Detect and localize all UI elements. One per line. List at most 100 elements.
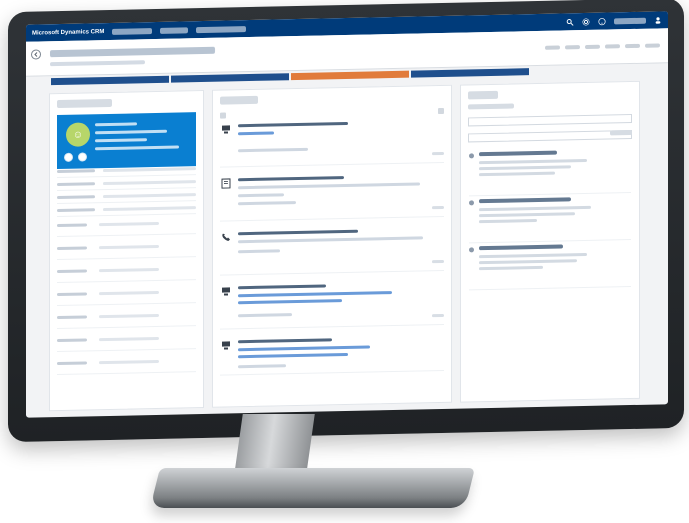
field-value	[103, 192, 196, 198]
field-label	[57, 168, 95, 173]
panel-heading	[468, 90, 498, 100]
entry-title	[238, 229, 358, 236]
command-button[interactable]	[605, 44, 620, 49]
knowledge-article[interactable]	[469, 146, 631, 197]
phone-icon[interactable]	[64, 152, 73, 162]
field-label	[57, 207, 95, 212]
article-title[interactable]	[479, 150, 557, 157]
entry-body	[238, 182, 420, 190]
field-value	[99, 336, 159, 341]
command-button[interactable]	[545, 45, 560, 50]
command-bar	[545, 43, 660, 50]
crm-screen: Microsoft Dynamics CRM ☺	[26, 11, 668, 418]
field-value	[99, 313, 159, 318]
case-field-row[interactable]	[57, 303, 196, 330]
timeline-entry[interactable]	[220, 221, 444, 276]
timeline-entry[interactable]	[220, 167, 444, 222]
case-field-row[interactable]	[57, 280, 196, 307]
case-field-row[interactable]	[57, 326, 196, 353]
knowledge-sort[interactable]	[610, 130, 632, 136]
knowledge-article[interactable]	[469, 240, 631, 291]
case-field-row[interactable]	[57, 257, 196, 284]
case-field-row[interactable]	[57, 211, 196, 238]
article-snippet	[479, 265, 543, 271]
app-title: Microsoft Dynamics CRM	[32, 28, 105, 37]
article-icon	[469, 200, 474, 206]
process-stage-active[interactable]	[291, 70, 409, 81]
entry-link[interactable]	[238, 291, 392, 298]
timeline-entry[interactable]	[220, 329, 444, 376]
card-line	[95, 145, 179, 151]
top-spacer	[254, 22, 558, 28]
monitor-frame: Microsoft Dynamics CRM ☺	[8, 0, 684, 443]
knowledge-panel	[460, 80, 640, 403]
command-button[interactable]	[565, 45, 580, 50]
entry-title	[238, 176, 344, 182]
nav-chip[interactable]	[196, 25, 247, 33]
timeline-entry[interactable]	[220, 275, 444, 330]
entry-timestamp	[432, 313, 444, 318]
gear-icon[interactable]	[582, 17, 590, 25]
user-icon[interactable]	[654, 16, 662, 24]
article-snippet	[479, 218, 537, 224]
article-snippet	[479, 252, 587, 259]
field-label	[57, 222, 87, 227]
device-icon	[220, 339, 232, 351]
process-stage[interactable]	[411, 68, 529, 78]
article-title[interactable]	[479, 244, 563, 251]
card-line	[95, 122, 137, 127]
command-button[interactable]	[585, 44, 600, 49]
entry-title	[238, 338, 332, 344]
entry-title	[238, 284, 326, 290]
knowledge-results	[469, 146, 631, 291]
field-label	[57, 314, 87, 319]
field-value	[99, 244, 159, 249]
case-field-row[interactable]	[57, 234, 196, 261]
entry-timestamp	[432, 259, 444, 264]
back-arrow-icon[interactable]	[31, 49, 41, 60]
customer-fields	[57, 162, 196, 218]
knowledge-filter[interactable]	[468, 103, 514, 110]
card-line	[95, 138, 147, 143]
field-value	[103, 179, 196, 185]
monitor-mockup: Microsoft Dynamics CRM ☺	[0, 0, 689, 523]
entry-link[interactable]	[238, 131, 274, 136]
entry-link[interactable]	[238, 352, 348, 359]
process-stage[interactable]	[171, 73, 289, 83]
field-label	[57, 337, 87, 342]
field-label	[57, 245, 87, 250]
user-menu[interactable]	[614, 17, 646, 24]
article-snippet	[479, 165, 571, 171]
device-icon	[220, 285, 232, 297]
command-button[interactable]	[645, 43, 660, 48]
entry-link[interactable]	[238, 345, 370, 352]
entry-body	[238, 201, 296, 206]
timeline-panel	[212, 84, 452, 408]
field-value	[99, 221, 159, 226]
customer-card[interactable]: ☺	[57, 112, 196, 170]
panel-heading	[57, 98, 112, 109]
customer-panel: ☺	[49, 89, 204, 412]
entry-body	[238, 147, 308, 153]
timeline-entry[interactable]	[220, 113, 444, 168]
nav-chip[interactable]	[112, 27, 153, 35]
nav-chip[interactable]	[160, 26, 189, 34]
field-label	[57, 291, 87, 296]
case-field-row[interactable]	[57, 349, 196, 376]
card-line	[95, 129, 167, 135]
device-icon	[220, 123, 232, 135]
entry-body	[238, 249, 280, 254]
article-title[interactable]	[479, 197, 571, 204]
command-button[interactable]	[625, 43, 640, 49]
entry-link[interactable]	[238, 299, 342, 305]
help-icon[interactable]	[598, 17, 606, 25]
knowledge-dropdown[interactable]	[468, 130, 632, 143]
field-value	[99, 359, 159, 364]
process-stage[interactable]	[51, 75, 169, 86]
knowledge-article[interactable]	[469, 193, 631, 244]
case-fields	[57, 211, 196, 376]
search-icon[interactable]	[566, 18, 574, 26]
knowledge-search-input[interactable]	[468, 114, 632, 127]
mail-icon[interactable]	[78, 152, 87, 162]
breadcrumb[interactable]	[50, 60, 145, 67]
